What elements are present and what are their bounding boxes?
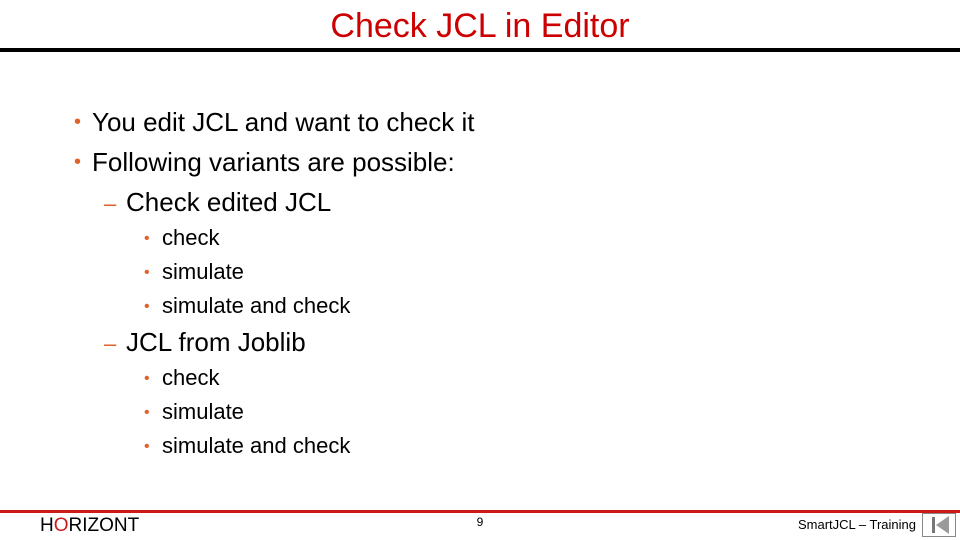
bullet-item: • You edit JCL and want to check it: [74, 107, 475, 140]
sub-item-text: JCL from Joblib: [126, 327, 306, 357]
logo-part: O: [53, 515, 69, 536]
sub-sub-item-text: simulate and check: [162, 293, 351, 318]
bullet-icon: •: [144, 438, 150, 455]
sub-sub-item-text: check: [162, 365, 220, 390]
sub-sub-item: • simulate and check: [144, 433, 350, 462]
course-title: SmartJCL – Training: [797, 517, 916, 532]
bullet-icon: •: [74, 151, 82, 173]
footer-divider: [0, 510, 960, 513]
sub-sub-item-text: check: [162, 225, 220, 250]
bullet-icon: •: [74, 111, 82, 133]
sub-item: – JCL from Joblib: [104, 327, 306, 359]
horizont-logo: HORIZONT: [40, 515, 139, 537]
sub-item: – Check edited JCL: [104, 187, 331, 219]
logo-part: H: [40, 515, 54, 536]
page-number: 9: [476, 515, 484, 529]
dash-icon: –: [104, 331, 117, 356]
bullet-item: • Following variants are possible:: [74, 147, 455, 180]
bullet-icon: •: [144, 370, 150, 387]
sub-sub-item-text: simulate: [162, 259, 244, 284]
sub-sub-item-text: simulate: [162, 399, 244, 424]
sub-item-text: Check edited JCL: [126, 187, 332, 217]
bullet-icon: •: [144, 230, 150, 247]
bullet-icon: •: [144, 404, 150, 421]
sub-sub-item: • simulate: [144, 399, 244, 428]
sub-sub-item: • simulate: [144, 259, 244, 288]
first-slide-icon: [932, 516, 949, 534]
sub-sub-item: • check: [144, 365, 219, 394]
slide-content: • You edit JCL and want to check it • Foll…: [0, 0, 960, 500]
first-slide-button[interactable]: [922, 513, 956, 537]
sub-sub-item: • simulate and check: [144, 293, 350, 322]
sub-sub-item: • check: [144, 225, 219, 254]
bullet-icon: •: [144, 264, 150, 281]
bullet-text: Following variants are possible:: [92, 147, 455, 177]
dash-icon: –: [104, 191, 117, 216]
sub-sub-item-text: simulate and check: [162, 433, 351, 458]
bullet-icon: •: [144, 298, 150, 315]
bullet-text: You edit JCL and want to check it: [92, 107, 475, 137]
logo-part: RIZONT: [68, 515, 140, 536]
